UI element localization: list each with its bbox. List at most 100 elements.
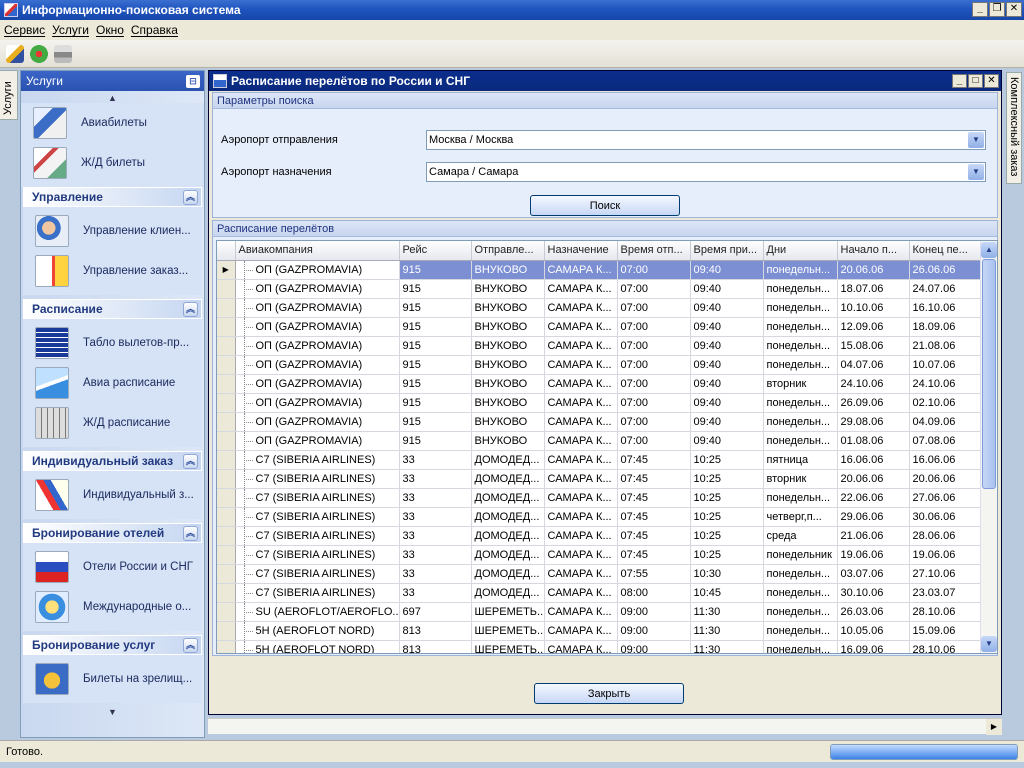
sidebar-item-individual-order[interactable]: Индивидуальный з... (23, 475, 202, 515)
row-indicator[interactable] (217, 355, 236, 375)
close-button[interactable]: ✕ (1006, 2, 1022, 17)
chevron-up-icon[interactable]: ︽ (183, 453, 198, 469)
arrival-airport-select[interactable]: Самара / Самара ▼ (426, 162, 986, 182)
pin-icon[interactable]: ⊟ (186, 74, 200, 88)
row-indicator[interactable] (217, 621, 236, 641)
scroll-up-icon[interactable]: ▲ (981, 242, 997, 258)
printer-icon[interactable] (54, 44, 72, 63)
table-row[interactable]: ▶ ОП (GAZPROMAVIA) 915 ВНУКОВО САМАРА К... 07… (217, 260, 982, 280)
table-row[interactable]: 5H (AEROFLOT NORD) 813 ШЕРЕМЕТЬ... САМАРА К… (217, 640, 982, 653)
table-row[interactable]: ОП (GAZPROMAVIA) 915 ВНУКОВО САМАРА К... 07:… (217, 317, 982, 337)
table-row[interactable]: C7 (SIBERIA AIRLINES) 33 ДОМОДЕД... САМАРА … (217, 488, 982, 508)
group-header[interactable]: Бронирование отелей ︽ (23, 523, 202, 543)
row-indicator[interactable] (217, 469, 236, 489)
chevron-up-icon[interactable]: ︽ (183, 637, 198, 653)
sidebar-item-show-tickets[interactable]: Билеты на зрелищ... (23, 659, 202, 699)
row-indicator[interactable] (217, 374, 236, 394)
column-header[interactable]: Время отп... (617, 241, 691, 261)
chevron-down-icon[interactable]: ▼ (968, 132, 984, 148)
column-header[interactable]: Отправле... (471, 241, 545, 261)
child-minimize-button[interactable]: _ (952, 74, 967, 88)
right-complex-order-tab[interactable]: Комплексный заказ (1006, 72, 1022, 184)
row-indicator[interactable] (217, 564, 236, 584)
table-row[interactable]: ОП (GAZPROMAVIA) 915 ВНУКОВО САМАРА К... 07:… (217, 355, 982, 375)
row-indicator[interactable] (217, 279, 236, 299)
column-header[interactable]: Авиакомпания (235, 241, 400, 261)
scroll-down-icon[interactable]: ▼ (981, 636, 997, 652)
column-header[interactable]: Начало п... (837, 241, 910, 261)
key-icon[interactable] (6, 44, 24, 63)
scroll-right-icon[interactable]: ▶ (986, 719, 1002, 735)
table-row[interactable]: 5H (AEROFLOT NORD) 813 ШЕРЕМЕТЬ... САМАРА К… (217, 621, 982, 641)
group-header[interactable]: Расписание ︽ (23, 299, 202, 319)
row-indicator[interactable] (217, 640, 236, 653)
grid-vertical-scrollbar[interactable]: ▲ ▼ (980, 241, 997, 653)
table-row[interactable]: ОП (GAZPROMAVIA) 915 ВНУКОВО САМАРА К... 07:… (217, 298, 982, 318)
globe-refresh-icon[interactable] (30, 44, 48, 63)
table-row[interactable]: ОП (GAZPROMAVIA) 915 ВНУКОВО САМАРА К... 07:… (217, 431, 982, 451)
scrollbar-thumb[interactable] (982, 259, 996, 489)
group-header[interactable]: Индивидуальный заказ ︽ (23, 451, 202, 471)
departure-airport-select[interactable]: Москва / Москва ▼ (426, 130, 986, 150)
table-row[interactable]: C7 (SIBERIA AIRLINES) 33 ДОМОДЕД... САМАРА … (217, 545, 982, 565)
row-indicator[interactable] (217, 450, 236, 470)
group-header[interactable]: Бронирование услуг ︽ (23, 635, 202, 655)
table-row[interactable]: ОП (GAZPROMAVIA) 915 ВНУКОВО САМАРА К... 07:… (217, 412, 982, 432)
sidebar-item-client-management[interactable]: Управление клиен... (23, 211, 202, 251)
minimize-button[interactable]: _ (972, 2, 988, 17)
scroll-up-icon[interactable]: ▲ (21, 93, 204, 103)
table-row[interactable]: ОП (GAZPROMAVIA) 915 ВНУКОВО САМАРА К... 07:… (217, 279, 982, 299)
column-header[interactable]: Конец пе... (909, 241, 982, 261)
left-services-tab[interactable]: Услуги (0, 70, 18, 120)
group-header[interactable]: Управление ︽ (23, 187, 202, 207)
restore-button[interactable]: ❐ (989, 2, 1005, 17)
chevron-up-icon[interactable]: ︽ (183, 189, 198, 205)
row-indicator[interactable] (217, 317, 236, 337)
table-row[interactable]: ОП (GAZPROMAVIA) 915 ВНУКОВО САМАРА К... 07:… (217, 393, 982, 413)
child-maximize-button[interactable]: □ (968, 74, 983, 88)
sidebar-item-rail-tickets[interactable]: Ж/Д билеты (21, 143, 204, 183)
menu-services[interactable]: Услуги (52, 23, 89, 37)
row-indicator[interactable] (217, 526, 236, 546)
table-row[interactable]: C7 (SIBERIA AIRLINES) 33 ДОМОДЕД... САМАРА … (217, 564, 982, 584)
chevron-up-icon[interactable]: ︽ (183, 525, 198, 541)
row-indicator[interactable] (217, 545, 236, 565)
sidebar-item-international-hotels[interactable]: Международные о... (23, 587, 202, 627)
sidebar-item-rail-schedule[interactable]: Ж/Д расписание (23, 403, 202, 443)
table-row[interactable]: ОП (GAZPROMAVIA) 915 ВНУКОВО САМАРА К... 07:… (217, 374, 982, 394)
row-indicator[interactable] (217, 583, 236, 603)
row-indicator[interactable] (217, 431, 236, 451)
table-row[interactable]: C7 (SIBERIA AIRLINES) 33 ДОМОДЕД... САМАРА … (217, 583, 982, 603)
chevron-down-icon[interactable]: ▼ (968, 164, 984, 180)
row-indicator[interactable] (217, 393, 236, 413)
scroll-down-icon[interactable]: ▼ (21, 707, 204, 717)
row-indicator[interactable] (217, 412, 236, 432)
sidebar-item-air-schedule[interactable]: Авиа расписание (23, 363, 202, 403)
sidebar-item-order-management[interactable]: Управление заказ... (23, 251, 202, 291)
column-header[interactable]: Время при... (690, 241, 764, 261)
column-header[interactable]: Дни (763, 241, 838, 261)
table-row[interactable]: C7 (SIBERIA AIRLINES) 33 ДОМОДЕД... САМАРА … (217, 450, 982, 470)
column-header[interactable]: Назначение (544, 241, 618, 261)
chevron-up-icon[interactable]: ︽ (183, 301, 198, 317)
close-window-button[interactable]: Закрыть (534, 683, 684, 704)
table-row[interactable]: ОП (GAZPROMAVIA) 915 ВНУКОВО САМАРА К... 07:… (217, 336, 982, 356)
mdi-horizontal-scrollbar[interactable]: ▶ (208, 718, 1002, 735)
row-indicator[interactable] (217, 298, 236, 318)
table-row[interactable]: C7 (SIBERIA AIRLINES) 33 ДОМОДЕД... САМАРА … (217, 526, 982, 546)
row-indicator[interactable] (217, 507, 236, 527)
table-row[interactable]: C7 (SIBERIA AIRLINES) 33 ДОМОДЕД... САМАРА … (217, 507, 982, 527)
sidebar-item-russia-hotels[interactable]: Отели России и СНГ (23, 547, 202, 587)
row-indicator[interactable] (217, 602, 236, 622)
table-row[interactable]: C7 (SIBERIA AIRLINES) 33 ДОМОДЕД... САМАРА … (217, 469, 982, 489)
table-row[interactable]: SU (AEROFLOT/AEROFLO... 697 ШЕРЕМЕТЬ... САМ… (217, 602, 982, 622)
menu-window[interactable]: Окно (96, 23, 124, 37)
row-indicator[interactable]: ▶ (217, 260, 236, 280)
sidebar-item-avia-tickets[interactable]: Авиабилеты (21, 103, 204, 143)
menu-service[interactable]: Сервис (4, 23, 45, 37)
column-header[interactable]: Рейс (399, 241, 472, 261)
search-button[interactable]: Поиск (530, 195, 680, 216)
sidebar-item-departure-board[interactable]: Табло вылетов-пр... (23, 323, 202, 363)
row-indicator[interactable] (217, 336, 236, 356)
child-close-button[interactable]: ✕ (984, 74, 999, 88)
